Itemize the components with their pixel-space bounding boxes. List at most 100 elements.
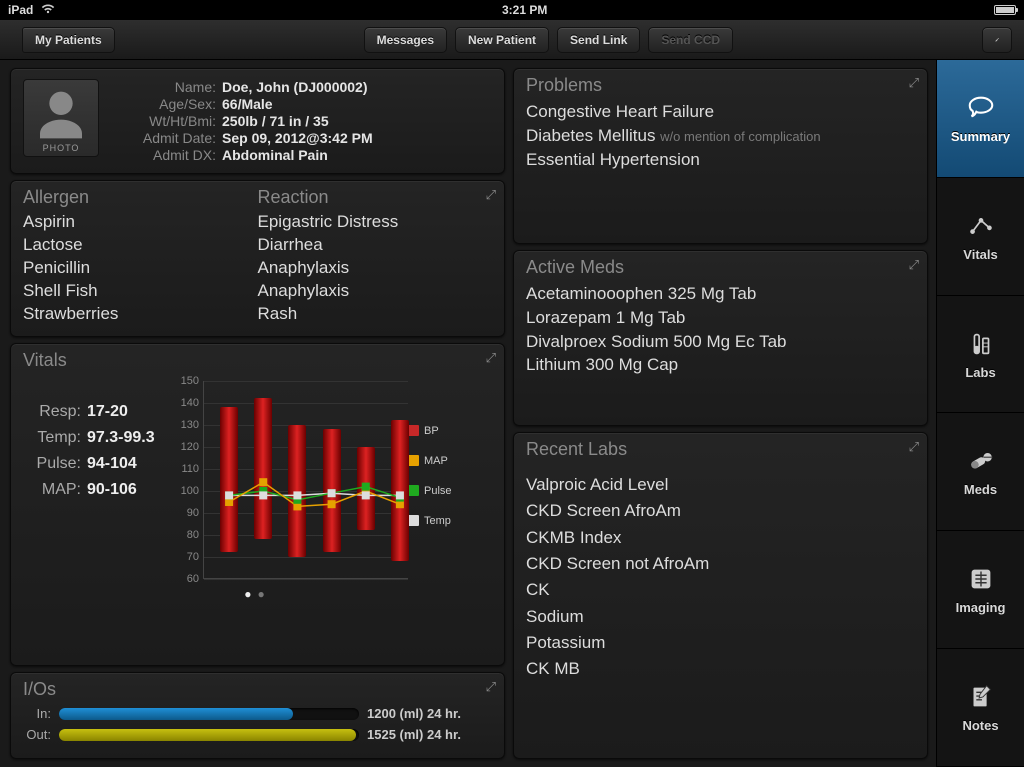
expand-icon[interactable]: ⤢ — [486, 679, 496, 695]
vitals-panel[interactable]: ⤢ Vitals Resp: 17-20 Temp: 97.3-99.3 Pulse… — [10, 343, 505, 666]
recent-labs-panel[interactable]: ⤢ Recent Labs Valproic Acid LevelCKD Scr… — [513, 432, 928, 759]
io-out-label: Out: — [23, 727, 51, 742]
back-button[interactable]: My Patients — [22, 27, 115, 53]
problem-item: Congestive Heart Failure — [526, 100, 915, 124]
expand-icon[interactable]: ⤢ — [486, 187, 496, 203]
legend-temp: Temp — [424, 515, 451, 527]
compose-button[interactable] — [982, 27, 1012, 53]
allergen-cell: Strawberries — [23, 303, 258, 326]
send-link-button[interactable]: Send Link — [557, 27, 640, 53]
sidebar-label-notes: Notes — [962, 718, 998, 733]
active-meds-panel[interactable]: ⤢ Active Meds Acetaminooophen 325 Mg Tab… — [513, 250, 928, 426]
vitals-legend: BP MAP Pulse Temp — [408, 375, 460, 585]
allergen-cell: Shell Fish — [23, 280, 258, 303]
label-name: Name: — [111, 79, 216, 95]
ipad-status-bar: iPad 3:21 PM — [0, 0, 1024, 20]
value-agesex: 66/Male — [222, 96, 492, 112]
expand-icon[interactable]: ⤢ — [909, 75, 919, 91]
allergen-cell: Aspirin — [23, 211, 258, 234]
sidebar-tab-meds[interactable]: Meds — [937, 413, 1024, 531]
legend-bp: BP — [424, 425, 439, 437]
value-admitdx: Abdominal Pain — [222, 147, 492, 163]
reaction-cell: Diarrhea — [258, 234, 493, 257]
battery-icon — [994, 5, 1016, 15]
sidebar-label-summary: Summary — [951, 129, 1010, 144]
legend-pulse: Pulse — [424, 485, 452, 497]
messages-button[interactable]: Messages — [364, 27, 447, 53]
label-temp: Temp: — [27, 429, 81, 447]
label-map: MAP: — [27, 481, 81, 499]
labs-icon — [964, 329, 998, 359]
vitals-chart[interactable]: 60708090100110120130140150 — [173, 375, 408, 585]
expand-icon[interactable]: ⤢ — [486, 350, 496, 366]
expand-icon[interactable]: ⤢ — [909, 439, 919, 455]
expand-icon[interactable]: ⤢ — [909, 257, 919, 273]
ios-panel[interactable]: ⤢ I/Os In: 1200 (ml) 24 hr. Out: 1525 (m… — [10, 672, 505, 759]
allergen-cell: Lactose — [23, 234, 258, 257]
clock: 3:21 PM — [502, 3, 547, 17]
patient-header-panel: PHOTO Name: Doe, John (DJ000002) Age/Sex… — [10, 68, 505, 174]
reaction-cell: Anaphylaxis — [258, 280, 493, 303]
sidebar-tab-imaging[interactable]: Imaging — [937, 531, 1024, 649]
sidebar-label-labs: Labs — [965, 365, 995, 380]
value-admitdate: Sep 09, 2012@3:42 PM — [222, 130, 492, 146]
allergen-header: Allergen — [23, 187, 258, 211]
lab-item: Potassium — [526, 630, 915, 656]
lab-item: CKD Screen AfroAm — [526, 498, 915, 524]
pager-dots[interactable]: ●● — [23, 587, 492, 601]
patient-fields: Name: Doe, John (DJ000002) Age/Sex: 66/M… — [111, 79, 492, 163]
reaction-cell: Rash — [258, 303, 493, 326]
med-item: Acetaminooophen 325 Mg Tab — [526, 282, 915, 306]
meds-icon — [964, 446, 998, 476]
top-nav-bar: My Patients Messages New Patient Send Li… — [0, 20, 1024, 60]
label-admitdx: Admit DX: — [111, 147, 216, 163]
label-agesex: Age/Sex: — [111, 96, 216, 112]
avatar-label: PHOTO — [43, 143, 80, 156]
io-in-value: 1200 (ml) 24 hr. — [367, 706, 461, 721]
ios-title: I/Os — [23, 679, 492, 700]
lab-item: CK — [526, 577, 915, 603]
device-label: iPad — [8, 3, 33, 17]
wifi-icon — [41, 3, 55, 17]
io-in-label: In: — [23, 706, 51, 721]
label-resp: Resp: — [27, 403, 81, 421]
value-resp: 17-20 — [87, 403, 128, 421]
legend-map: MAP — [424, 455, 448, 467]
sidebar-label-vitals: Vitals — [963, 247, 997, 262]
sidebar-tab-summary[interactable]: Summary — [937, 60, 1024, 178]
sidebar-tab-labs[interactable]: Labs — [937, 296, 1024, 414]
med-item: Lithium 300 Mg Cap — [526, 353, 915, 377]
lab-item: Valproic Acid Level — [526, 472, 915, 498]
notes-icon — [964, 682, 998, 712]
allergies-panel[interactable]: ⤢ AllergenReactionAspirinEpigastric Dist… — [10, 180, 505, 337]
vitals-title: Vitals — [23, 350, 492, 371]
reaction-cell: Anaphylaxis — [258, 257, 493, 280]
lasso-icon — [964, 93, 998, 123]
compose-icon — [995, 32, 999, 48]
label-admitdate: Admit Date: — [111, 130, 216, 146]
value-name: Doe, John (DJ000002) — [222, 79, 492, 95]
active-meds-title: Active Meds — [526, 257, 915, 278]
vitals-icon — [964, 211, 998, 241]
problem-item: Diabetes Mellitus w/o mention of complic… — [526, 124, 915, 148]
label-wthtbmi: Wt/Ht/Bmi: — [111, 113, 216, 129]
problem-item: Essential Hypertension — [526, 148, 915, 172]
send-ccd-button[interactable]: Send CCD — [648, 27, 733, 53]
sidebar-label-meds: Meds — [964, 482, 997, 497]
person-icon — [31, 87, 91, 143]
value-pulse: 94-104 — [87, 455, 137, 473]
patient-avatar: PHOTO — [23, 79, 99, 157]
io-out-value: 1525 (ml) 24 hr. — [367, 727, 461, 742]
value-map: 90-106 — [87, 481, 137, 499]
med-item: Lorazepam 1 Mg Tab — [526, 306, 915, 330]
value-temp: 97.3-99.3 — [87, 429, 155, 447]
problems-panel[interactable]: ⤢ Problems Congestive Heart Failure Diab… — [513, 68, 928, 244]
sidebar-label-imaging: Imaging — [956, 600, 1006, 615]
sidebar-tab-notes[interactable]: Notes — [937, 649, 1024, 767]
sidebar-tab-vitals[interactable]: Vitals — [937, 178, 1024, 296]
allergen-cell: Penicillin — [23, 257, 258, 280]
reaction-cell: Epigastric Distress — [258, 211, 493, 234]
imaging-icon — [964, 564, 998, 594]
io-in-row: In: 1200 (ml) 24 hr. — [23, 706, 492, 721]
new-patient-button[interactable]: New Patient — [455, 27, 549, 53]
